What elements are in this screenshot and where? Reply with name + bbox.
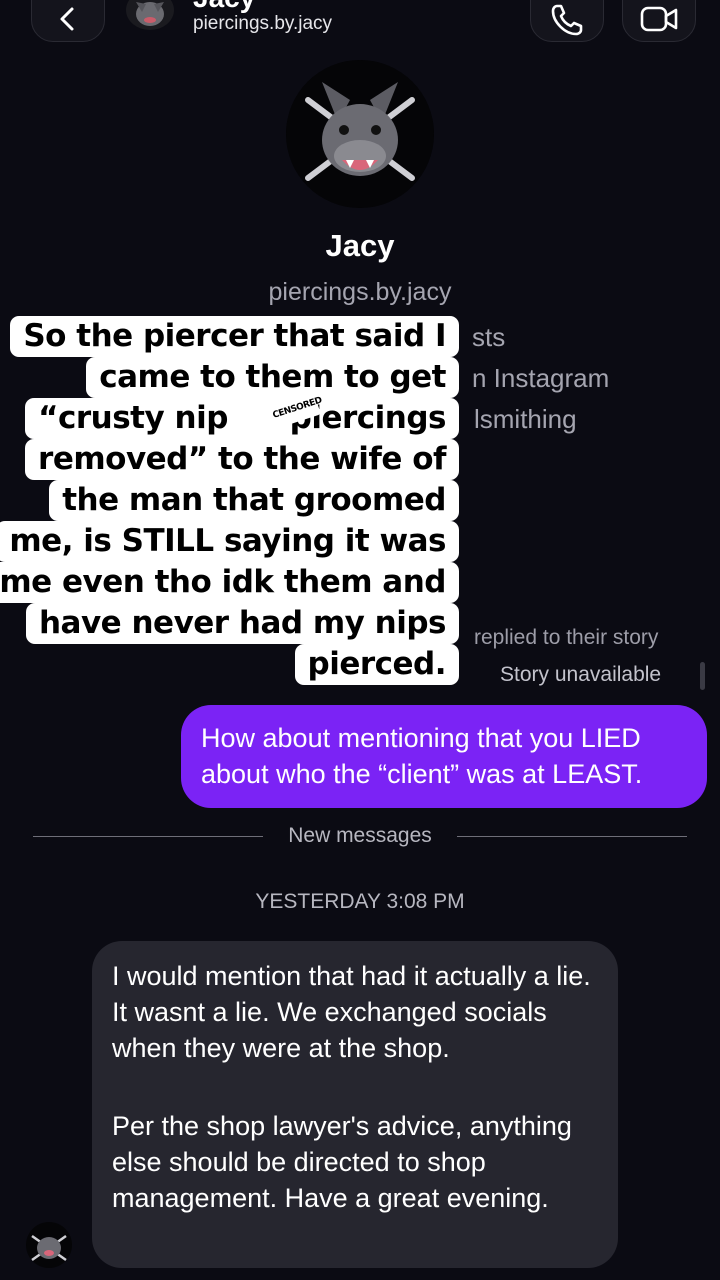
story-reply-bar (700, 662, 705, 690)
message-timestamp: YESTERDAY 3:08 PM (255, 890, 465, 913)
overlay-caption: So the piercer that said I came to them … (0, 316, 459, 685)
caption-line: have never had my nips (25, 603, 459, 644)
censor-sticker: CENSORED (228, 389, 323, 439)
video-camera-icon (640, 6, 678, 32)
phone-icon (551, 4, 583, 36)
video-call-button[interactable] (622, 0, 696, 42)
caption-line: removed” to the wife of (25, 439, 459, 480)
profile-avatar[interactable] (286, 60, 434, 208)
story-reply-label: replied to their story (474, 626, 659, 649)
caption-line: me even tho idk them and (0, 562, 459, 603)
sender-avatar[interactable] (26, 1222, 72, 1268)
caption-line-part: “crusty nip (38, 400, 228, 436)
caption-line: pierced. (294, 644, 459, 685)
dog-logo-icon (31, 1234, 67, 1262)
story-unavailable-text: Story unavailable (500, 663, 662, 686)
caption-line: came to them to get (86, 357, 459, 398)
dog-logo-icon (136, 2, 164, 26)
header-name[interactable]: Jacy (193, 0, 255, 14)
profile-name: Jacy (325, 228, 395, 263)
caption-line: the man that groomed (49, 480, 459, 521)
caption-line: me, is STILL saying it was (0, 521, 459, 562)
chevron-left-icon (60, 7, 74, 31)
dm-conversation-screen: Jacy piercings.by.jacy Jacy piercings.by… (0, 0, 720, 1280)
dog-logo-icon (286, 60, 434, 208)
back-button[interactable] (31, 0, 105, 42)
caption-line: So the piercer that said I (10, 316, 459, 357)
call-button[interactable] (530, 0, 604, 42)
header-username[interactable]: piercings.by.jacy (193, 13, 332, 35)
received-message-bubble[interactable]: I would mention that had it actually a l… (92, 941, 618, 1268)
profile-username: piercings.by.jacy (268, 278, 452, 306)
divider-line-right (457, 836, 687, 837)
sent-message-bubble[interactable]: How about mentioning that you LIED about… (181, 705, 707, 808)
message-paragraph: Per the shop lawyer's advice, anything e… (112, 1111, 572, 1213)
profile-stats-fragment: sts (472, 322, 506, 352)
profile-bio-fragment: lsmithing (474, 404, 577, 434)
header-avatar[interactable] (126, 0, 174, 30)
profile-followers-fragment: n Instagram (472, 363, 610, 393)
caption-line: “crusty nip CENSORED piercings (25, 389, 459, 439)
message-paragraph: I would mention that had it actually a l… (112, 961, 591, 1063)
